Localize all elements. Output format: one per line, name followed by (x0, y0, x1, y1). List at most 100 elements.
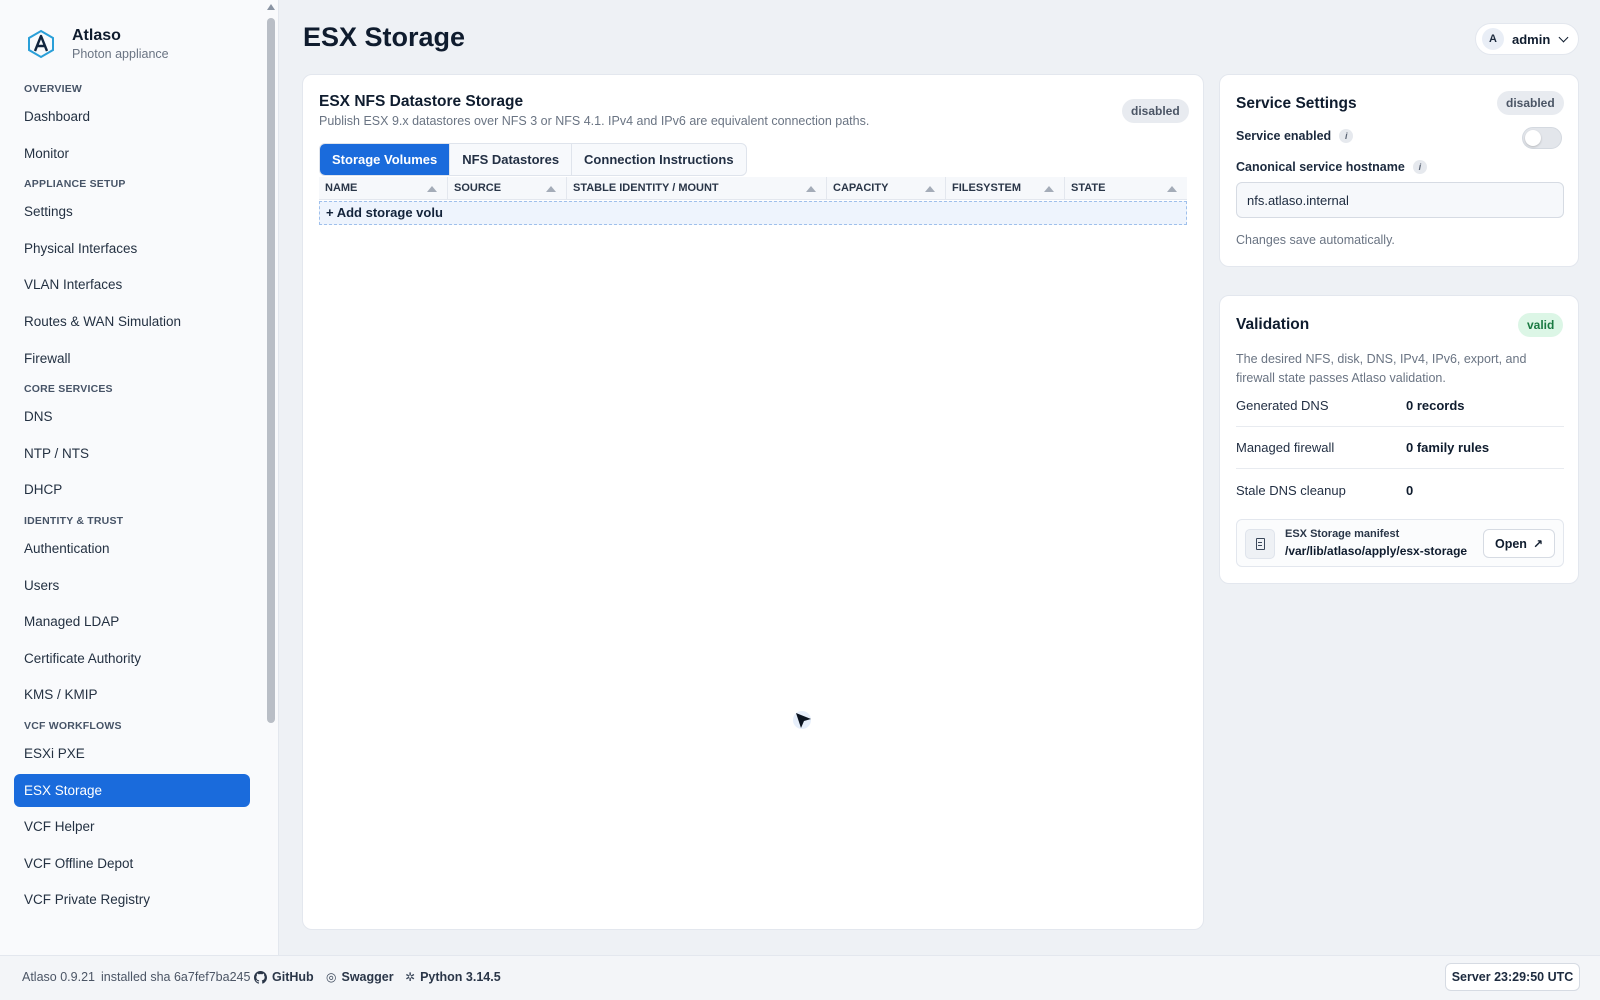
external-link-icon: ↗ (1532, 536, 1543, 551)
brand-subtitle: Photon appliance (72, 47, 169, 61)
open-manifest-button[interactable]: Open ↗ (1483, 529, 1555, 558)
github-label: GitHub (272, 970, 314, 984)
row-value: 0 family rules (1406, 440, 1490, 455)
sidebar-nav: OVERVIEW Dashboard Monitor APPLIANCE SET… (14, 78, 250, 920)
toggle-knob (1525, 130, 1541, 146)
sidebar-item-vcf-helper[interactable]: VCF Helper (14, 810, 250, 843)
sidebar-item-dashboard[interactable]: Dashboard (14, 100, 250, 133)
validation-card: Validation valid The desired NFS, disk, … (1219, 295, 1579, 584)
sort-asc-icon[interactable] (1044, 186, 1054, 192)
sort-asc-icon[interactable] (546, 186, 556, 192)
validation-status-badge: valid (1518, 313, 1564, 337)
nav-section-core-services: CORE SERVICES (24, 383, 113, 396)
sidebar-item-managed-ldap[interactable]: Managed LDAP (14, 605, 250, 638)
storage-card: ESX NFS Datastore Storage Publish ESX 9.… (302, 74, 1204, 930)
service-enabled-text: Service enabled (1236, 129, 1332, 143)
service-enabled-toggle[interactable] (1522, 127, 1562, 149)
sidebar-item-certificate-authority[interactable]: Certificate Authority (14, 642, 250, 675)
sidebar-item-firewall[interactable]: Firewall (14, 342, 250, 375)
sidebar-item-esxi-pxe[interactable]: ESXi PXE (14, 737, 250, 770)
sidebar-item-physical-interfaces[interactable]: Physical Interfaces (14, 232, 250, 265)
tab-nfs-datastores[interactable]: NFS Datastores (450, 144, 573, 175)
swagger-icon: ◎ (326, 970, 337, 984)
sidebar-item-vcf-offline-depot[interactable]: VCF Offline Depot (14, 847, 250, 880)
column-label: STABLE IDENTITY / MOUNT (573, 182, 719, 194)
sidebar-item-vcf-private-registry[interactable]: VCF Private Registry (14, 883, 250, 916)
user-menu-button[interactable]: A admin (1475, 23, 1579, 55)
sidebar-item-authentication[interactable]: Authentication (14, 532, 250, 565)
sidebar-item-users[interactable]: Users (14, 569, 250, 602)
tab-connection-instructions[interactable]: Connection Instructions (572, 144, 746, 175)
sidebar-item-ntp[interactable]: NTP / NTS (14, 437, 250, 470)
column-header-capacity[interactable]: CAPACITY (827, 177, 946, 200)
sort-asc-icon[interactable] (427, 186, 437, 192)
github-icon (254, 970, 267, 984)
scroll-up-arrow-icon[interactable] (267, 4, 275, 10)
footer-python-link[interactable]: ✲ Python 3.14.5 (405, 970, 501, 984)
info-icon[interactable]: i (1412, 160, 1427, 174)
open-label: Open (1494, 536, 1527, 551)
column-header-name[interactable]: NAME (319, 177, 448, 200)
manifest-title: ESX Storage manifest (1285, 528, 1400, 540)
nav-section-identity-trust: IDENTITY & TRUST (24, 514, 124, 527)
column-header-state[interactable]: STATE (1065, 177, 1187, 200)
add-storage-volume-row: + Add storage volu (319, 201, 1187, 225)
column-header-stable-identity[interactable]: STABLE IDENTITY / MOUNT (567, 177, 827, 200)
avatar: A (1482, 28, 1504, 50)
column-label: SOURCE (454, 182, 502, 194)
info-icon[interactable]: i (1339, 129, 1354, 143)
tab-storage-volumes[interactable]: Storage Volumes (320, 144, 451, 175)
row-key: Managed firewall (1236, 440, 1335, 455)
column-label: NAME (325, 182, 358, 194)
sidebar-item-vlan-interfaces[interactable]: VLAN Interfaces (14, 268, 250, 301)
table-header: NAME SOURCE STABLE IDENTITY / MOUNT CAPA… (319, 177, 1187, 200)
sidebar-item-kms-kmip[interactable]: KMS / KMIP (14, 678, 250, 711)
python-label: Python 3.14.5 (420, 970, 501, 984)
mouse-pointer-icon (793, 711, 811, 729)
server-time-badge: Server 23:29:50 UTC (1445, 963, 1580, 991)
nav-section-vcf-workflows: VCF WORKFLOWS (24, 719, 122, 732)
validation-row-dns: Generated DNS 0 records (1236, 385, 1564, 427)
row-value: 0 records (1406, 398, 1465, 413)
footer-swagger-link[interactable]: ◎ Swagger (326, 970, 394, 984)
hostname-label: Canonical service hostname i (1236, 160, 1427, 174)
column-label: CAPACITY (833, 182, 889, 194)
sidebar-item-settings[interactable]: Settings (14, 195, 250, 228)
validation-title: Validation (1236, 316, 1310, 333)
sidebar-item-monitor[interactable]: Monitor (14, 137, 250, 170)
sidebar-item-dns[interactable]: DNS (14, 400, 250, 433)
python-icon: ✲ (405, 970, 416, 984)
validation-row-firewall: Managed firewall 0 family rules (1236, 427, 1564, 469)
sidebar-item-dhcp[interactable]: DHCP (14, 473, 250, 506)
sidebar-scrollbar-thumb[interactable] (267, 18, 275, 723)
row-value: 0 (1406, 482, 1414, 498)
sort-asc-icon[interactable] (925, 186, 935, 192)
footer-installed-sha: installed sha 6a7fef7ba245 (101, 970, 251, 984)
atlaso-logo-icon (28, 29, 54, 59)
sort-asc-icon[interactable] (806, 186, 816, 192)
storage-card-subtitle: Publish ESX 9.x datastores over NFS 3 or… (319, 114, 870, 128)
column-header-source[interactable]: SOURCE (448, 177, 567, 200)
add-storage-volume-button[interactable]: + Add storage volu (326, 202, 446, 224)
footer-github-link[interactable]: GitHub (254, 970, 314, 984)
document-icon (1245, 529, 1275, 559)
sort-asc-icon[interactable] (1167, 186, 1177, 192)
manifest-path: /var/lib/atlaso/apply/esx-storage (1285, 544, 1468, 558)
column-label: STATE (1071, 182, 1106, 194)
nav-section-overview: OVERVIEW (24, 83, 83, 95)
service-enabled-label: Service enabled i (1236, 129, 1354, 143)
sidebar-item-esx-storage[interactable]: ESX Storage (14, 773, 250, 807)
swagger-label: Swagger (341, 970, 394, 984)
autosave-hint: Changes save automatically. (1236, 233, 1395, 247)
brand[interactable]: Atlaso Photon appliance (26, 26, 169, 62)
column-header-filesystem[interactable]: FILESYSTEM (946, 177, 1065, 200)
row-key: Generated DNS (1236, 398, 1329, 413)
user-name: admin (1512, 31, 1551, 47)
sidebar-item-routes-wan[interactable]: Routes & WAN Simulation (14, 305, 250, 338)
service-status-badge: disabled (1497, 91, 1564, 115)
hostname-input[interactable] (1236, 182, 1564, 218)
row-key: Stale DNS cleanup (1236, 482, 1346, 498)
footer: Atlaso 0.9.21 installed sha 6a7fef7ba245… (0, 955, 1600, 1000)
page-title: ESX Storage (303, 22, 466, 52)
brand-name: Atlaso (72, 27, 121, 44)
